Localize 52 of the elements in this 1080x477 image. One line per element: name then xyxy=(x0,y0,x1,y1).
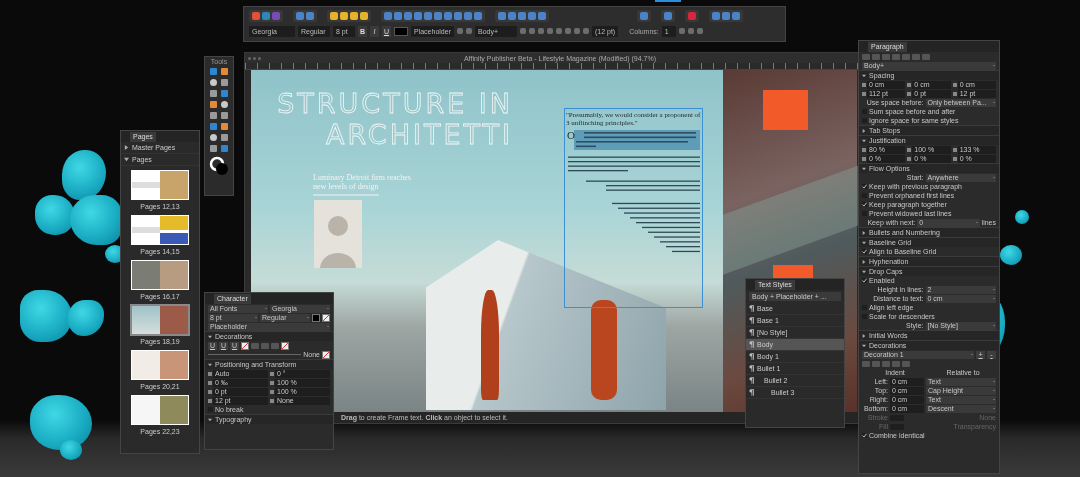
headline: STRUCTURE IN xyxy=(277,88,513,119)
paragraph-icon xyxy=(749,389,754,396)
disclosure-triangle-icon[interactable] xyxy=(124,157,129,162)
disclosure-triangle-icon[interactable] xyxy=(862,240,866,245)
decorative-blob xyxy=(1015,210,1029,224)
decorative-blob xyxy=(35,195,75,235)
empty-swatch[interactable] xyxy=(322,313,330,322)
drop-cap: O xyxy=(567,130,575,141)
color-swatch[interactable] xyxy=(394,26,408,36)
paragraph-icon xyxy=(749,305,754,312)
disclosure-triangle-icon[interactable] xyxy=(862,128,866,133)
page-spread-thumbnail[interactable] xyxy=(130,304,190,336)
color-swatch[interactable] xyxy=(312,313,320,322)
page-spread-thumbnail[interactable] xyxy=(130,169,190,201)
paragraph-icon xyxy=(749,341,754,348)
disclosure-triangle-icon[interactable] xyxy=(862,259,866,264)
decorative-blob xyxy=(62,150,106,200)
disclosure-triangle-icon[interactable] xyxy=(862,230,866,235)
paragraph-icon xyxy=(749,377,754,384)
checkbox[interactable] xyxy=(862,433,867,438)
checkbox[interactable] xyxy=(862,202,867,207)
empty-swatch[interactable] xyxy=(281,341,289,350)
decorative-blob xyxy=(70,195,122,245)
color-selector-icon[interactable] xyxy=(209,156,229,176)
disclosure-triangle-icon[interactable] xyxy=(862,269,866,274)
disclosure-triangle-icon[interactable] xyxy=(862,166,866,171)
paragraph-icon xyxy=(749,317,754,324)
disclosure-triangle-icon[interactable] xyxy=(862,333,866,338)
disclosure-triangle-icon[interactable] xyxy=(862,73,866,78)
disclosure-triangle-icon[interactable] xyxy=(208,417,212,422)
portrait-photo-placeholder xyxy=(314,200,362,268)
disclosure-triangle-icon[interactable] xyxy=(862,138,866,143)
checkbox[interactable] xyxy=(862,184,867,189)
disclosure-triangle-icon[interactable] xyxy=(862,343,866,348)
byline-text-lines xyxy=(313,194,379,196)
page-spread-thumbnail[interactable] xyxy=(130,214,190,246)
page-spread-thumbnail[interactable] xyxy=(130,259,190,291)
disclosure-triangle-icon[interactable] xyxy=(208,362,212,367)
decorative-blob xyxy=(1000,245,1022,265)
headline: ARCHITETTI xyxy=(325,119,513,150)
paragraph-icon xyxy=(749,365,754,372)
checkbox[interactable] xyxy=(862,278,867,283)
page-spread-thumbnail[interactable] xyxy=(130,349,190,381)
paragraph-icon xyxy=(749,329,754,336)
disclosure-triangle-icon[interactable] xyxy=(208,334,212,339)
disclosure-triangle-icon[interactable] xyxy=(124,145,129,150)
checkbox[interactable] xyxy=(862,249,867,254)
empty-swatch[interactable] xyxy=(241,341,249,350)
page-spread-thumbnail[interactable] xyxy=(130,394,190,426)
paragraph-icon xyxy=(749,353,754,360)
toolbar-icon[interactable] xyxy=(640,12,648,20)
empty-swatch[interactable] xyxy=(322,350,330,359)
